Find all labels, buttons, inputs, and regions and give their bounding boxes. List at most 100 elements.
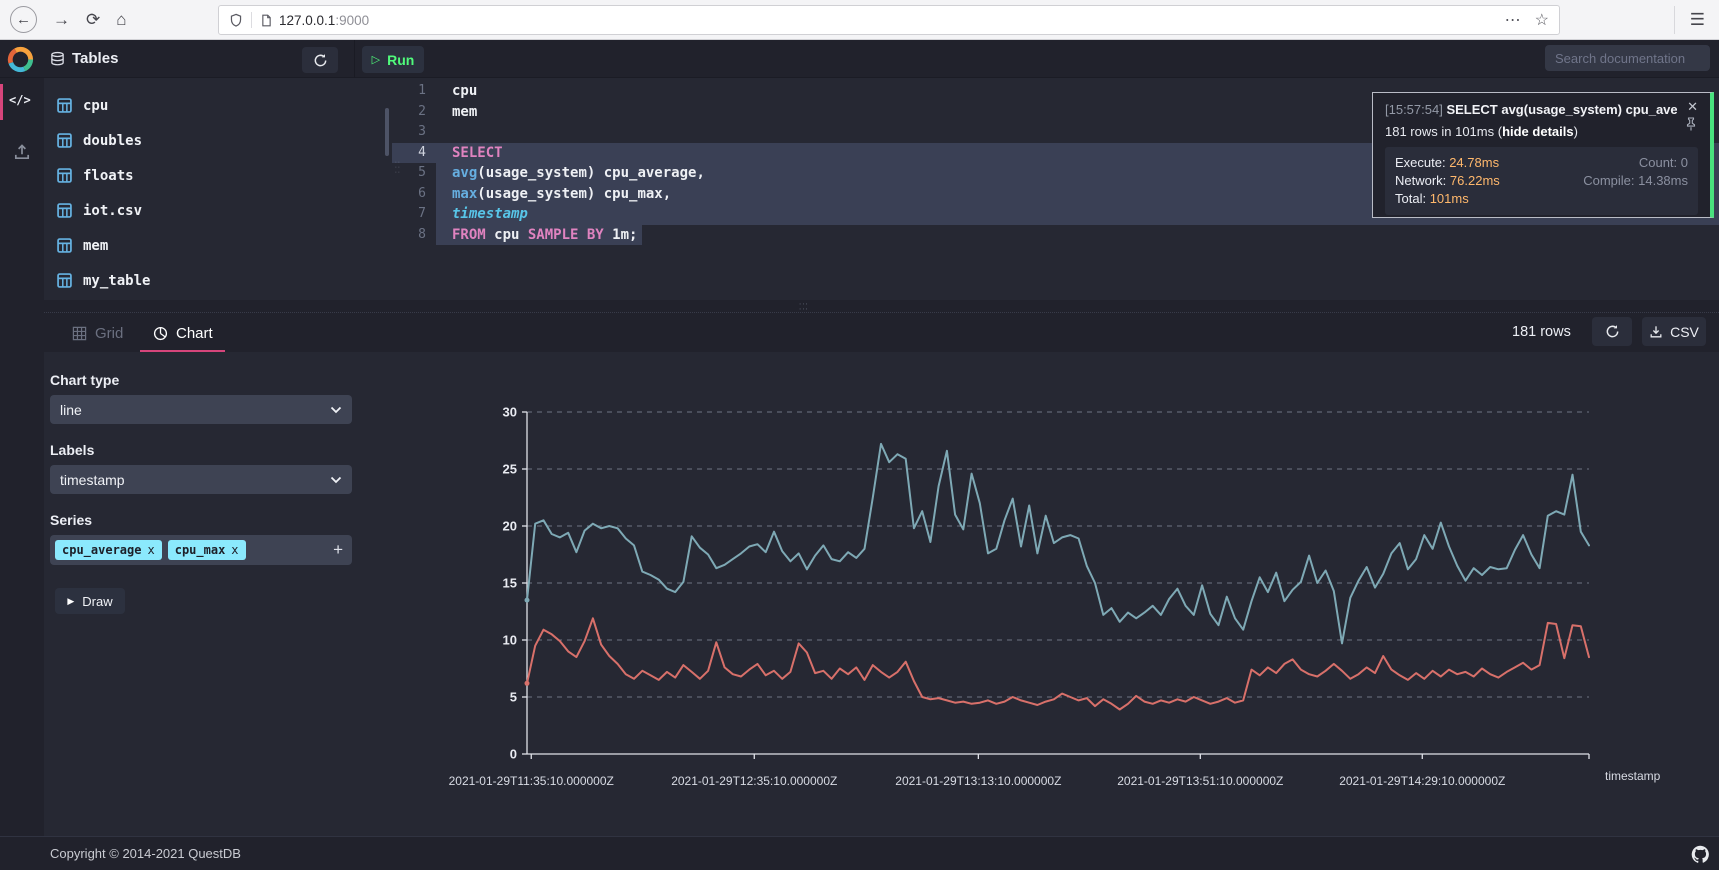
browser-forward-button[interactable]: →	[53, 11, 70, 28]
timing-metrics-right: Count: 0Compile: 14.38ms	[1583, 154, 1688, 208]
table-name: doubles	[83, 133, 142, 149]
horizontal-splitter[interactable]	[44, 300, 1719, 312]
series-label: Series	[50, 512, 92, 528]
svg-text:2021-01-29T14:29:10.000000Z: 2021-01-29T14:29:10.000000Z	[1339, 774, 1505, 788]
refresh-icon	[1605, 324, 1620, 339]
timing-metric: Total: 101ms	[1395, 190, 1583, 208]
svg-text:timestamp: timestamp	[1605, 769, 1661, 783]
notification-title: [15:57:54] SELECT avg(usage_system) cpu_…	[1385, 102, 1677, 117]
divider	[1674, 6, 1675, 34]
table-icon	[57, 203, 72, 218]
page-icon[interactable]	[260, 13, 273, 28]
refresh-results-button[interactable]	[1592, 317, 1632, 346]
table-row[interactable]: iot.csv	[44, 193, 392, 228]
series-chip[interactable]: cpu_max x	[168, 540, 246, 560]
svg-text:10: 10	[503, 633, 517, 648]
svg-text:0: 0	[510, 747, 517, 762]
svg-text:2021-01-29T13:51:10.000000Z: 2021-01-29T13:51:10.000000Z	[1117, 774, 1283, 788]
divider	[251, 12, 252, 28]
remove-chip-icon[interactable]: x	[231, 543, 238, 557]
query-notification-popup: [15:57:54] SELECT avg(usage_system) cpu_…	[1372, 92, 1714, 218]
svg-text:2021-01-29T13:13:10.000000Z: 2021-01-29T13:13:10.000000Z	[895, 774, 1061, 788]
results-toolbar: Grid Chart 181 rows CSV	[44, 312, 1719, 352]
timing-metric: Count: 0	[1583, 154, 1688, 172]
table-row[interactable]: my_table	[44, 263, 392, 298]
grid-icon	[72, 326, 87, 341]
draw-button[interactable]: ▶ Draw	[55, 588, 125, 614]
table-icon	[57, 238, 72, 253]
series-chips-box[interactable]: cpu_average x cpu_max x +	[50, 535, 352, 565]
hide-details-link[interactable]: hide details	[1502, 124, 1574, 139]
chevron-down-icon	[330, 476, 342, 484]
pie-chart-icon	[153, 326, 168, 341]
tab-grid[interactable]: Grid	[72, 319, 123, 347]
browser-back-button[interactable]: ←	[10, 6, 37, 33]
series-chip[interactable]: cpu_average x	[55, 540, 162, 560]
svg-text:2021-01-29T12:35:10.000000Z: 2021-01-29T12:35:10.000000Z	[671, 774, 837, 788]
line-chart[interactable]: 0510152025302021-01-29T11:35:10.000000Z2…	[440, 390, 1700, 800]
panel-drag-handle-icon[interactable]: ∙∙∙∙∙∙	[395, 160, 405, 176]
code-text: FROM cpu SAMPLE BY 1m;	[436, 225, 642, 246]
footer: Copyright © 2014-2021 QuestDB	[0, 836, 1719, 870]
download-icon	[1649, 325, 1663, 339]
add-series-icon[interactable]: +	[333, 540, 347, 560]
line-number: 3	[392, 122, 436, 143]
chart-type-label: Chart type	[50, 372, 119, 388]
line-number: 1	[392, 81, 436, 102]
table-row[interactable]: mem	[44, 228, 392, 263]
table-icon	[57, 133, 72, 148]
copyright-text: Copyright © 2014-2021 QuestDB	[50, 846, 241, 861]
series-chip-label: cpu_max	[175, 543, 226, 557]
browser-menu-icon[interactable]: ☰	[1690, 10, 1705, 30]
line-number: 6	[392, 184, 436, 205]
line-number: 2	[392, 102, 436, 123]
remove-chip-icon[interactable]: x	[147, 543, 154, 557]
series-chip-label: cpu_average	[62, 543, 141, 557]
svg-text:15: 15	[503, 576, 517, 591]
tab-chart[interactable]: Chart	[153, 319, 213, 347]
table-row[interactable]: cpu	[44, 88, 392, 123]
browser-toolbar: ← → ⟳ ⌂ 127.0.0.1:9000 ⋯ ☆ ☰	[0, 0, 1719, 40]
bookmark-star-icon[interactable]: ☆	[1535, 10, 1549, 30]
table-name: floats	[83, 168, 134, 184]
page-actions-icon[interactable]: ⋯	[1505, 10, 1521, 30]
editor-line[interactable]: 8FROM cpu SAMPLE BY 1m;	[392, 225, 1719, 246]
address-bar[interactable]: 127.0.0.1:9000 ⋯ ☆	[218, 5, 1560, 35]
upload-icon[interactable]	[13, 143, 31, 161]
active-rail-indicator	[0, 84, 3, 120]
refresh-tables-button[interactable]	[302, 47, 338, 73]
line-number: 8	[392, 225, 436, 246]
play-icon: ▶	[67, 596, 74, 607]
labels-label: Labels	[50, 442, 94, 458]
table-name: my_table	[83, 273, 150, 289]
divider	[354, 40, 355, 78]
tables-scrollbar[interactable]	[385, 108, 389, 156]
timing-metrics-left: Execute: 24.78msNetwork: 76.22msTotal: 1…	[1395, 154, 1583, 208]
pin-icon[interactable]	[1685, 117, 1697, 131]
tables-list: cpu doubles floats iot.csvmem my_table	[44, 78, 392, 300]
browser-home-button[interactable]: ⌂	[116, 11, 126, 28]
questdb-logo[interactable]	[6, 45, 35, 74]
code-editor-icon[interactable]: </>	[9, 93, 31, 107]
close-icon[interactable]: ✕	[1687, 99, 1698, 115]
browser-reload-button[interactable]: ⟳	[86, 11, 100, 28]
svg-text:5: 5	[510, 690, 517, 705]
splitter-drag-handle-icon[interactable]: ∙∙∙∙∙∙	[799, 301, 809, 311]
github-icon[interactable]	[1691, 845, 1710, 864]
search-documentation-input[interactable]	[1545, 45, 1710, 71]
notification-summary: 181 rows in 101ms (hide details)	[1385, 124, 1698, 139]
database-icon	[50, 51, 65, 67]
timing-metric: Network: 76.22ms	[1395, 172, 1583, 190]
labels-select[interactable]: timestamp	[50, 465, 352, 494]
left-rail	[0, 78, 44, 836]
shield-icon[interactable]	[229, 13, 243, 28]
refresh-icon	[313, 53, 328, 68]
run-query-button[interactable]: ▷ Run	[362, 46, 424, 73]
svg-text:2021-01-29T11:35:10.000000Z: 2021-01-29T11:35:10.000000Z	[449, 774, 614, 788]
table-row[interactable]: floats	[44, 158, 392, 193]
download-csv-button[interactable]: CSV	[1642, 317, 1706, 346]
query-timing-details: Execute: 24.78msNetwork: 76.22msTotal: 1…	[1385, 147, 1698, 215]
table-name: cpu	[83, 98, 108, 114]
chart-type-select[interactable]: line	[50, 395, 352, 424]
table-row[interactable]: doubles	[44, 123, 392, 158]
